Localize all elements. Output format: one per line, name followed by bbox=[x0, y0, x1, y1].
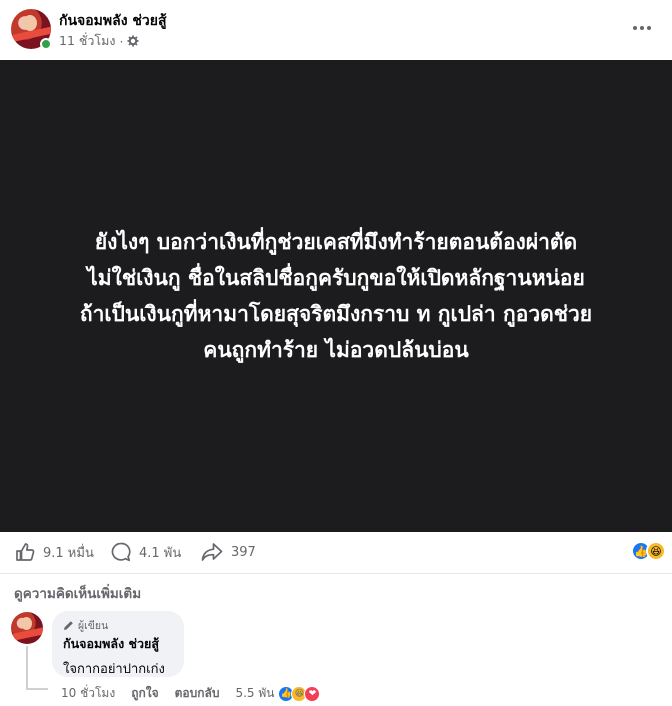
comment-actions: 10 ชั่วโมง ถูกใจ ตอบกลับ 5.5 พัน 👍 😆 ❤ bbox=[61, 684, 321, 703]
comment-like-button[interactable]: ถูกใจ bbox=[131, 684, 158, 703]
author-badge-label: ผู้เขียน bbox=[78, 619, 109, 632]
post-text-line: ยังไงๆ บอกว่าเงินที่กูช่วยเคสที่มึงทำร้า… bbox=[94, 230, 578, 254]
comment-icon bbox=[111, 542, 131, 562]
comment-text: ใจกากอย่าปากเก่ง bbox=[63, 662, 165, 677]
post-author-name[interactable]: กันจอมพลัง ช่วยสู้ bbox=[59, 10, 167, 32]
more-options-button[interactable] bbox=[630, 16, 654, 40]
pencil-icon bbox=[64, 620, 73, 630]
comment-reaction-count: 5.5 พัน bbox=[235, 686, 275, 700]
reactions-summary[interactable]: 👍 😆 bbox=[631, 541, 666, 561]
gear-icon bbox=[127, 35, 139, 47]
post-text: ยังไงๆ บอกว่าเงินที่กูช่วยเคสที่มึงทำร้า… bbox=[16, 224, 656, 368]
thread-line-branch bbox=[26, 688, 48, 690]
dot-icon bbox=[633, 26, 637, 30]
post-text-line: คนถูกทำร้าย ไม่อวดปล้นบ่อน bbox=[203, 338, 469, 362]
post-text-card[interactable]: ยังไงๆ บอกว่าเงินที่กูช่วยเคสที่มึงทำร้า… bbox=[0, 60, 672, 532]
like-button[interactable]: 9.1 หมื่น bbox=[14, 541, 94, 563]
haha-reaction-icon: 😆 bbox=[646, 541, 666, 561]
like-count: 9.1 หมื่น bbox=[43, 545, 94, 561]
love-reaction-icon: ❤ bbox=[304, 685, 321, 702]
post-time[interactable]: 11 ชั่วโมง bbox=[59, 31, 115, 51]
comment-author-avatar[interactable] bbox=[11, 612, 43, 644]
share-icon bbox=[201, 543, 223, 561]
post-action-bar: 9.1 หมื่น 4.1 พัน 397 👍 😆 bbox=[0, 532, 672, 574]
separator-dot: · bbox=[119, 33, 124, 49]
author-badge: ผู้เขียน bbox=[63, 618, 173, 632]
post-text-line: ถ้าเป็นเงินกูที่หามาโดยสุจริตมึงกราบ ท ก… bbox=[79, 302, 593, 326]
share-button[interactable]: 397 bbox=[200, 541, 256, 563]
avatar-image bbox=[11, 612, 43, 644]
share-count: 397 bbox=[231, 544, 256, 560]
online-status-indicator bbox=[40, 38, 52, 50]
comment-button[interactable]: 4.1 พัน bbox=[110, 541, 181, 563]
comment-time[interactable]: 10 ชั่วโมง bbox=[61, 684, 115, 703]
dot-icon bbox=[647, 26, 651, 30]
comment-count: 4.1 พัน bbox=[139, 545, 182, 561]
thumbs-up-icon bbox=[16, 543, 35, 561]
thread-line bbox=[26, 646, 28, 690]
comment-author-name[interactable]: กันจอมพลัง ช่วยสู้ bbox=[63, 634, 173, 654]
post-text-line: ไม่ใช่เงินกู ชื่อในสลิปชื่อกูครับกูขอให้… bbox=[87, 266, 585, 290]
post-meta: 11 ชั่วโมง · bbox=[59, 31, 139, 51]
post-header: กันจอมพลัง ช่วยสู้ 11 ชั่วโมง · bbox=[0, 0, 672, 60]
comment-bubble: ผู้เขียน กันจอมพลัง ช่วยสู้ ใจกากอย่าปาก… bbox=[52, 611, 184, 677]
view-more-comments-link[interactable]: ดูความคิดเห็นเพิ่มเติม bbox=[14, 582, 141, 604]
dot-icon bbox=[640, 26, 644, 30]
author-avatar[interactable] bbox=[11, 9, 52, 50]
comment-reactions[interactable]: 5.5 พัน 👍 😆 ❤ bbox=[235, 684, 321, 703]
comment-reply-button[interactable]: ตอบกลับ bbox=[175, 684, 220, 703]
